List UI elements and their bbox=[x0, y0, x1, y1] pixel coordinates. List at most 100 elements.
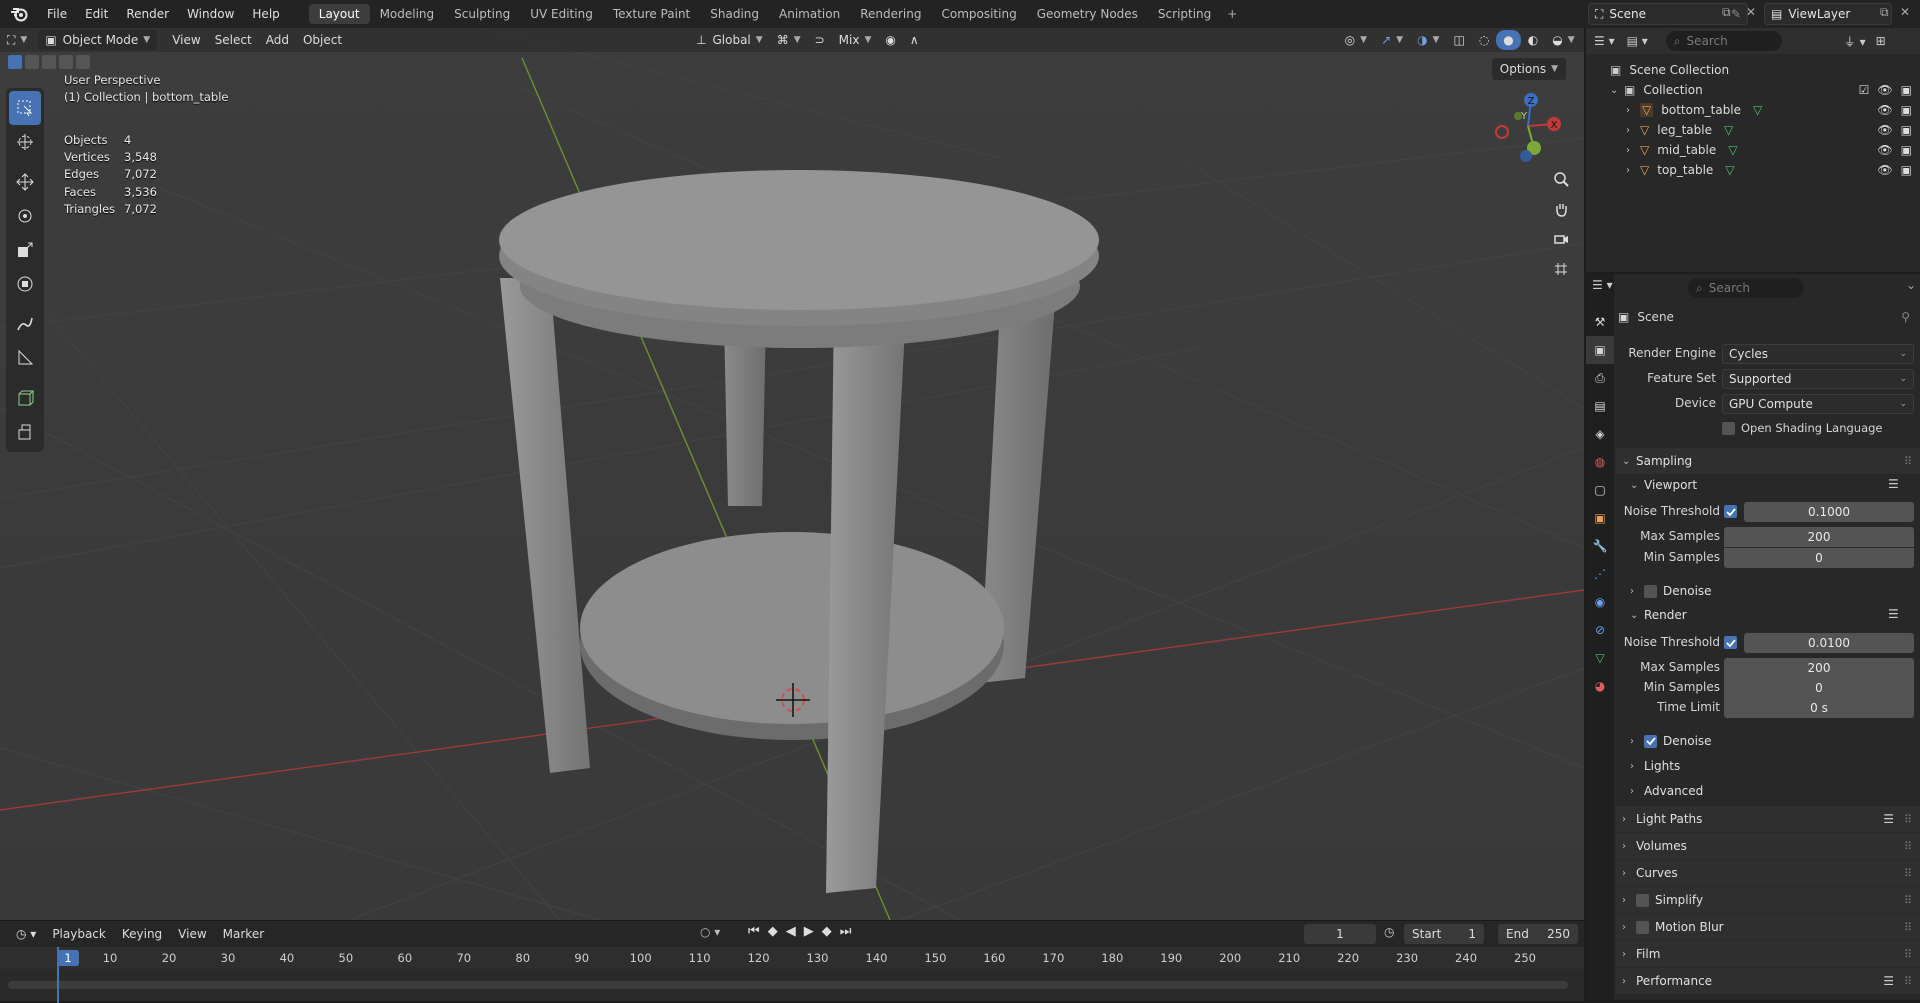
tab-modeling[interactable]: Modeling bbox=[370, 4, 445, 24]
pin-icon[interactable]: ✎ bbox=[1731, 7, 1741, 21]
extrude-tool[interactable] bbox=[6, 415, 44, 449]
drag-handle-icon[interactable]: ⠿ bbox=[1904, 813, 1912, 826]
editor-type-button[interactable]: ⛶ ▼ bbox=[0, 30, 34, 50]
feature-set-dropdown[interactable]: Supported ⌄ bbox=[1722, 369, 1914, 389]
frame-ruler[interactable]: 1 10 20 30 40 50 60 70 80 90 100 110 120 130 140 150 16… bbox=[0, 947, 1584, 969]
view-layer-selector[interactable]: ▤ ViewLayer bbox=[1764, 3, 1892, 25]
overlay-toggle[interactable]: ◑ ▼ bbox=[1410, 30, 1446, 50]
ortho-grid-icon[interactable] bbox=[1548, 256, 1574, 282]
collection-checkbox-icon[interactable]: ☑ bbox=[1859, 83, 1870, 97]
falloff-icon[interactable]: ∧ bbox=[903, 30, 926, 50]
outliner-collection[interactable]: ⌄ ▣ Collection ☑ 👁 ▣ bbox=[1586, 80, 1920, 100]
transform-orientation[interactable]: ⊥ Global ▼ bbox=[689, 30, 770, 50]
eye-icon[interactable]: 👁 bbox=[1877, 103, 1892, 117]
outliner-object-top-table[interactable]: › ▽ top_table ▽ 👁 ▣ bbox=[1586, 160, 1920, 180]
timeline-scrollbar[interactable] bbox=[8, 981, 1568, 989]
menu-select[interactable]: Select bbox=[208, 30, 259, 50]
viewport-max-samples-field[interactable]: 200 bbox=[1724, 527, 1914, 547]
scale-tool[interactable] bbox=[6, 233, 44, 267]
properties-search[interactable]: ⌕ Search bbox=[1688, 278, 1804, 298]
current-frame-field[interactable]: 1 bbox=[1304, 924, 1376, 944]
eye-icon[interactable]: 👁 bbox=[1877, 143, 1892, 157]
select-extend-icon[interactable] bbox=[25, 55, 39, 69]
preset-list-icon[interactable]: ☰ bbox=[1888, 607, 1899, 621]
filter-icon[interactable]: ⏚ ▾ bbox=[1844, 33, 1866, 50]
new-scene-icon[interactable]: ⧉ bbox=[1722, 5, 1731, 20]
tab-geometry-nodes[interactable]: Geometry Nodes bbox=[1027, 4, 1148, 24]
select-box-tool[interactable] bbox=[9, 91, 41, 125]
menu-object[interactable]: Object bbox=[296, 30, 349, 50]
collapse-icon[interactable]: ⌄ bbox=[1610, 85, 1624, 96]
lights-subpanel[interactable]: › Lights bbox=[1630, 755, 1680, 777]
select-new-icon[interactable] bbox=[8, 55, 22, 69]
world-tab-icon[interactable]: ◍ bbox=[1586, 448, 1614, 476]
eye-icon[interactable]: 👁 bbox=[1877, 163, 1892, 177]
drag-handle-icon[interactable]: ⠿ bbox=[1904, 948, 1912, 961]
play-icon[interactable]: ▶ bbox=[804, 924, 814, 939]
osl-checkbox-row[interactable]: Open Shading Language bbox=[1722, 417, 1920, 439]
snap-toggle[interactable]: ⊃ bbox=[808, 30, 832, 50]
menu-file[interactable]: File bbox=[38, 7, 76, 21]
viewport-denoise-subpanel[interactable]: › Denoise bbox=[1630, 580, 1712, 602]
move-tool[interactable] bbox=[6, 165, 44, 199]
material-tab-icon[interactable]: ◕ bbox=[1586, 672, 1614, 700]
render-denoise-subpanel[interactable]: › Denoise bbox=[1630, 730, 1712, 752]
select-subtract-icon[interactable] bbox=[42, 55, 56, 69]
tab-layout[interactable]: Layout bbox=[308, 4, 370, 24]
new-collection-icon[interactable]: ⊞ bbox=[1876, 34, 1886, 48]
select-invert-icon[interactable] bbox=[59, 55, 73, 69]
gizmo-neg-z-icon[interactable] bbox=[1520, 150, 1532, 162]
drag-handle-icon[interactable]: ⠿ bbox=[1904, 894, 1912, 907]
volumes-panel[interactable]: › Volumes ⠿ bbox=[1616, 833, 1920, 859]
jump-start-icon[interactable]: ⏮ bbox=[748, 924, 760, 939]
drag-handle-icon[interactable]: ⠿ bbox=[1904, 867, 1912, 880]
gizmo-toggle[interactable]: ↗ ▼ bbox=[1374, 30, 1410, 50]
viewport-min-samples-field[interactable]: 0 bbox=[1724, 548, 1914, 568]
simplify-panel[interactable]: › Simplify ⠿ bbox=[1616, 887, 1920, 913]
timeline-editor-type-icon[interactable]: ◷ ▾ bbox=[8, 927, 44, 941]
menu-keying[interactable]: Keying bbox=[114, 927, 170, 941]
pan-hand-icon[interactable] bbox=[1548, 196, 1574, 222]
camera-render-icon[interactable]: ▣ bbox=[1901, 83, 1912, 97]
data-tab-icon[interactable]: ▽ bbox=[1586, 644, 1614, 672]
menu-playback[interactable]: Playback bbox=[44, 927, 114, 941]
prev-keyframe-icon[interactable]: ◆ bbox=[768, 924, 778, 939]
mode-selector[interactable]: ▣ Object Mode ▼ bbox=[38, 30, 158, 50]
render-noise-threshold-checkbox[interactable] bbox=[1724, 636, 1737, 649]
preset-list-icon[interactable]: ☰ bbox=[1888, 477, 1899, 491]
output-tab-icon[interactable]: ⎙ bbox=[1586, 364, 1614, 392]
delete-scene-icon[interactable]: ✕ bbox=[1746, 5, 1756, 19]
camera-render-icon[interactable]: ▣ bbox=[1901, 123, 1912, 137]
shading-solid[interactable]: ● bbox=[1496, 30, 1521, 50]
outliner-object-leg-table[interactable]: › ▽ leg_table ▽ 👁 ▣ bbox=[1586, 120, 1920, 140]
menu-window[interactable]: Window bbox=[178, 7, 243, 21]
tab-uv-editing[interactable]: UV Editing bbox=[520, 4, 603, 24]
drag-handle-icon[interactable]: ⠿ bbox=[1904, 840, 1912, 853]
tool-tab-icon[interactable]: ⚒ bbox=[1586, 308, 1614, 336]
rotate-tool[interactable] bbox=[6, 199, 44, 233]
display-mode-icon[interactable]: ▤ ▾ bbox=[1627, 34, 1648, 48]
drag-handle-icon[interactable]: ⠿ bbox=[1904, 975, 1912, 988]
curves-panel[interactable]: › Curves ⠿ bbox=[1616, 860, 1920, 886]
motion-blur-checkbox[interactable] bbox=[1636, 920, 1649, 934]
advanced-subpanel[interactable]: › Advanced bbox=[1630, 780, 1703, 802]
drag-handle-icon[interactable]: ⠿ bbox=[1904, 921, 1912, 934]
light-paths-panel[interactable]: › Light Paths ☰ ⠿ bbox=[1616, 806, 1920, 832]
gizmo-neg-y-icon[interactable] bbox=[1514, 112, 1522, 120]
navigation-gizmo[interactable]: X Z Y bbox=[1488, 86, 1568, 166]
play-reverse-icon[interactable]: ◀ bbox=[786, 924, 796, 939]
preset-list-icon[interactable]: ☰ bbox=[1883, 974, 1894, 988]
current-frame-marker[interactable]: 1 bbox=[57, 950, 79, 966]
add-workspace-icon[interactable]: + bbox=[1221, 7, 1243, 21]
modifier-tab-icon[interactable]: 🔧 bbox=[1586, 532, 1614, 560]
menu-help[interactable]: Help bbox=[243, 7, 288, 21]
render-min-samples-field[interactable]: 0 bbox=[1724, 678, 1914, 698]
select-intersect-icon[interactable] bbox=[76, 55, 90, 69]
options-button[interactable]: Options ▼ bbox=[1491, 58, 1566, 80]
shading-wireframe[interactable]: ◌ bbox=[1472, 30, 1496, 50]
render-subpanel-header[interactable]: ⌄ Render bbox=[1630, 604, 1687, 626]
proportional-edit[interactable]: ◉ bbox=[878, 30, 902, 50]
camera-render-icon[interactable]: ▣ bbox=[1901, 163, 1912, 177]
pin-icon[interactable]: ⚲ bbox=[1901, 310, 1910, 324]
tab-shading[interactable]: Shading bbox=[700, 4, 769, 24]
